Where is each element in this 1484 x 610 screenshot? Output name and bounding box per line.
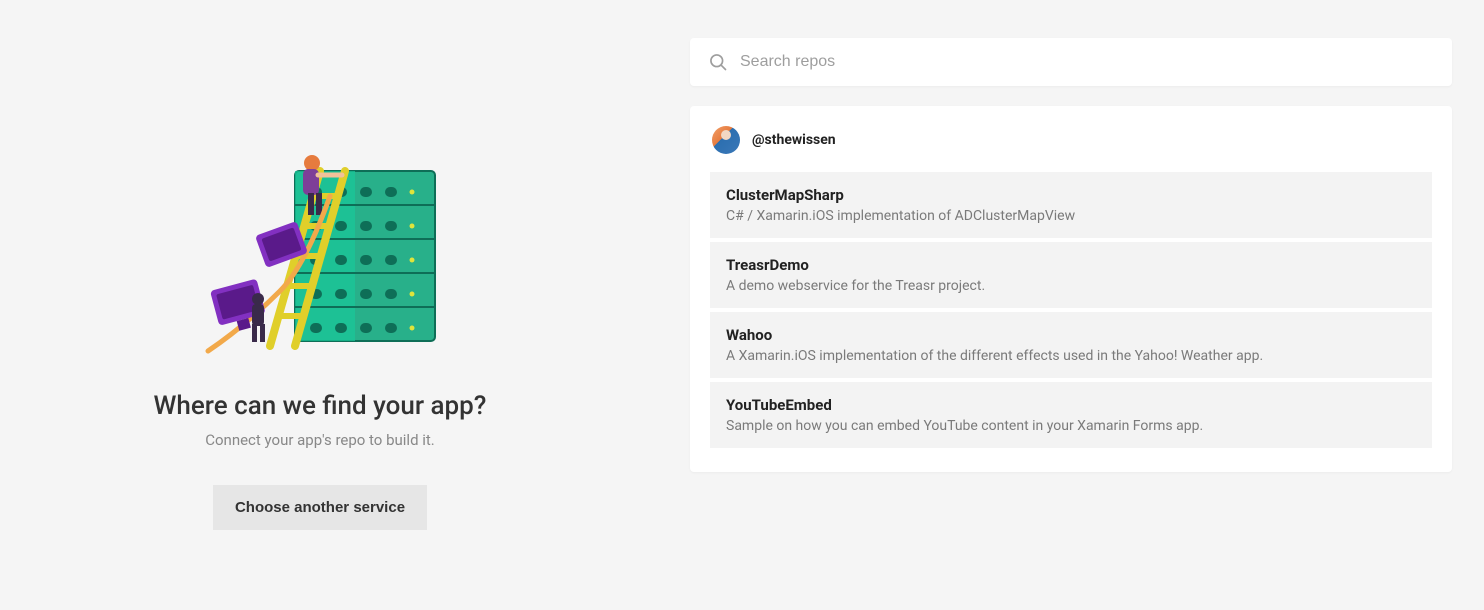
repos-card: @sthewissen ClusterMapSharp C# / Xamarin… [690, 106, 1452, 472]
search-icon [708, 52, 728, 72]
repo-item[interactable]: YouTubeEmbed Sample on how you can embed… [710, 382, 1432, 448]
page-subheading: Connect your app's repo to build it. [205, 431, 435, 449]
repo-name: ClusterMapSharp [726, 186, 1416, 204]
left-panel: Where can we find your app? Connect your… [0, 0, 640, 610]
search-input[interactable] [740, 53, 1434, 71]
choose-another-service-button[interactable]: Choose another service [213, 485, 427, 530]
repo-name: TreasrDemo [726, 256, 1416, 274]
repo-desc: A Xamarin.iOS implementation of the diff… [726, 348, 1416, 364]
user-row: @sthewissen [710, 126, 1432, 154]
username: @sthewissen [752, 132, 836, 148]
repo-item[interactable]: TreasrDemo A demo webservice for the Tre… [710, 242, 1432, 308]
right-panel: @sthewissen ClusterMapSharp C# / Xamarin… [640, 0, 1484, 610]
repo-list: ClusterMapSharp C# / Xamarin.iOS impleme… [710, 172, 1432, 448]
server-illustration [160, 141, 480, 361]
repo-desc: A demo webservice for the Treasr project… [726, 278, 1416, 294]
repo-name: YouTubeEmbed [726, 396, 1416, 414]
repo-desc: Sample on how you can embed YouTube cont… [726, 418, 1416, 434]
page-heading: Where can we find your app? [154, 391, 487, 421]
repo-item[interactable]: Wahoo A Xamarin.iOS implementation of th… [710, 312, 1432, 378]
repo-name: Wahoo [726, 326, 1416, 344]
repo-desc: C# / Xamarin.iOS implementation of ADClu… [726, 208, 1416, 224]
choose-button-label: Choose another service [235, 499, 405, 516]
avatar [712, 126, 740, 154]
search-box[interactable] [690, 38, 1452, 86]
repo-item[interactable]: ClusterMapSharp C# / Xamarin.iOS impleme… [710, 172, 1432, 238]
